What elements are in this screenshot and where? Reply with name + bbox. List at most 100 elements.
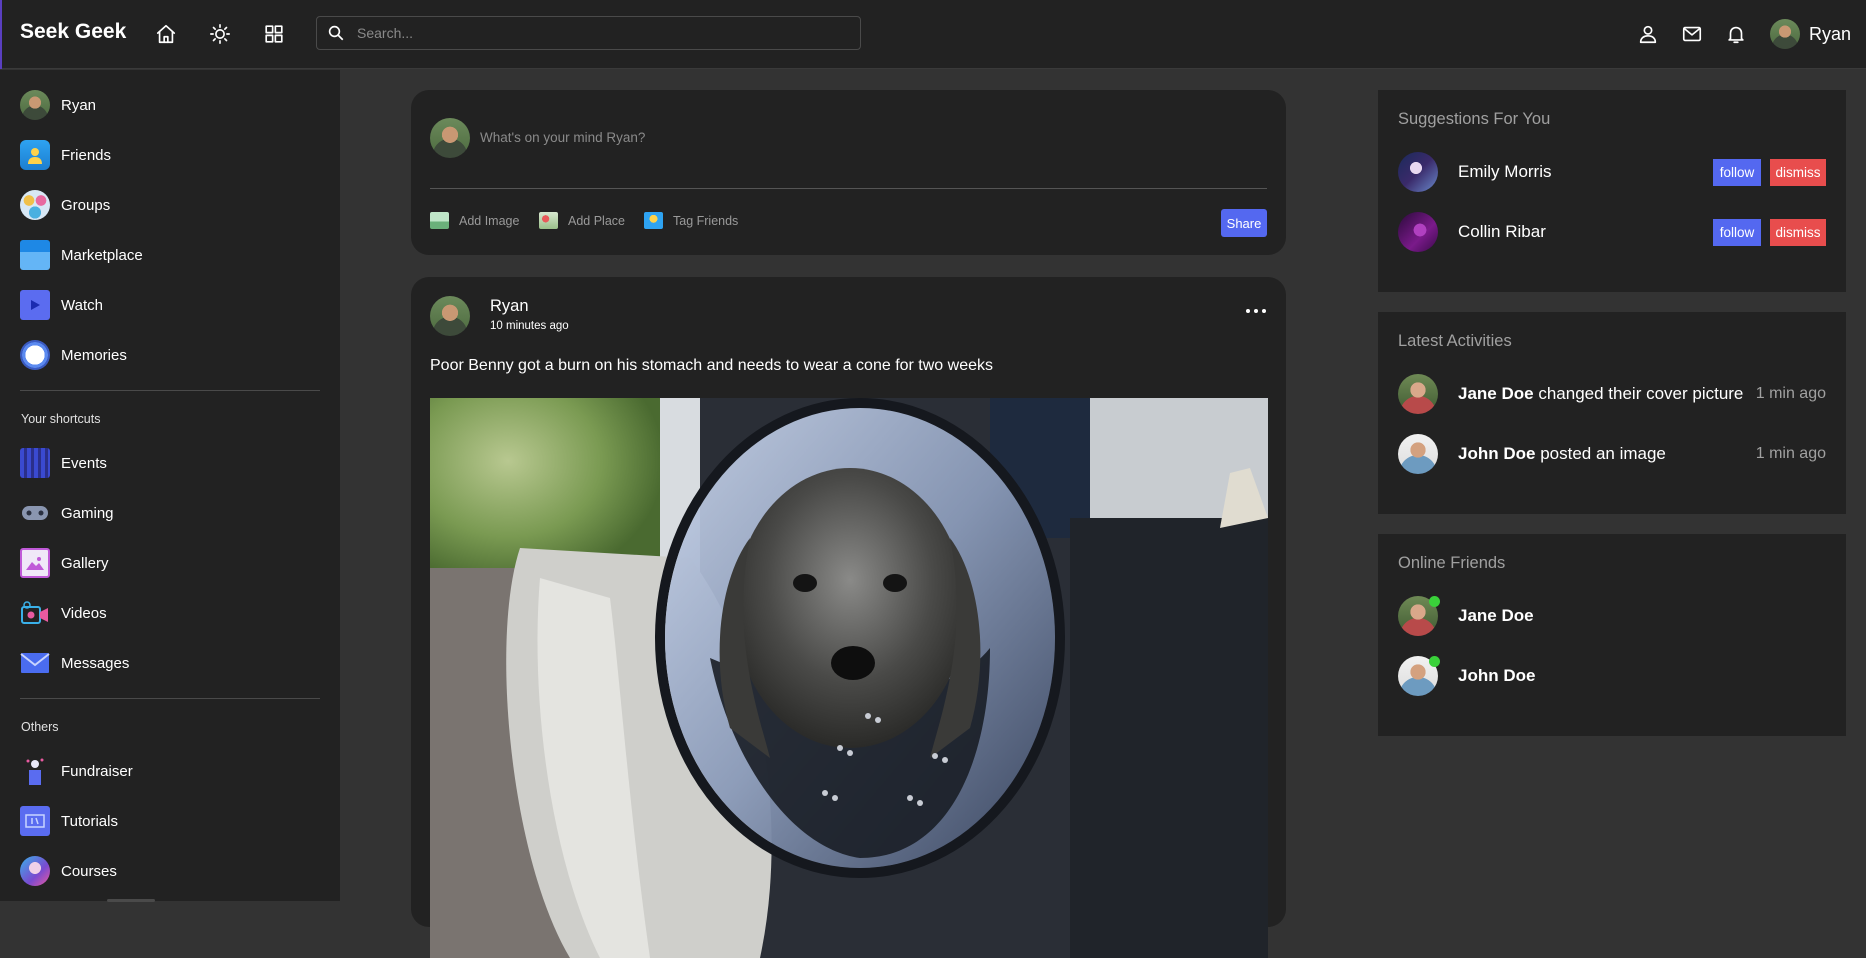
map-icon <box>539 212 558 229</box>
activity-time: 1 min ago <box>1755 445 1826 462</box>
user-menu[interactable]: Ryan <box>1770 19 1851 49</box>
messages-icon <box>20 648 50 678</box>
add-place-label: Add Place <box>568 213 625 228</box>
sidebar-item-courses[interactable]: Courses <box>20 855 117 887</box>
avatar <box>430 118 470 158</box>
tag-friends-label: Tag Friends <box>673 213 739 228</box>
post-author[interactable]: Ryan <box>490 297 529 316</box>
avatar-wrapper <box>1398 596 1440 636</box>
sidebar-item-label: Videos <box>61 604 107 622</box>
online-status-dot <box>1429 656 1440 667</box>
online-friend-row[interactable]: Jane Doe <box>1398 596 1826 636</box>
sun-icon[interactable] <box>207 21 233 47</box>
bell-icon[interactable] <box>1723 21 1749 47</box>
dismiss-button[interactable]: dismiss <box>1770 218 1826 246</box>
groups-icon <box>20 190 50 220</box>
dismiss-button[interactable]: dismiss <box>1770 158 1826 186</box>
friend-name-text: John Doe <box>1458 666 1536 685</box>
follow-button[interactable]: follow <box>1713 158 1761 186</box>
sidebar-item-label: Memories <box>61 346 127 364</box>
search-input[interactable] <box>355 24 839 42</box>
home-icon[interactable] <box>153 21 179 47</box>
search-bar[interactable] <box>316 16 861 50</box>
share-button[interactable]: Share <box>1221 209 1267 237</box>
sidebar-item-label: Ryan <box>61 96 97 114</box>
sidebar-item-label: Marketplace <box>61 246 143 264</box>
sidebar-item-gaming[interactable]: Gaming <box>20 497 114 529</box>
tag-friends-button[interactable]: Tag Friends <box>644 212 738 229</box>
sidebar-item-label: Groups <box>61 196 111 214</box>
sidebar-item-gallery[interactable]: Gallery <box>20 547 109 579</box>
mail-icon[interactable] <box>1679 21 1705 47</box>
sidebar-item-label: Messages <box>61 654 130 672</box>
post-composer: What's on your mind Ryan? Add Image Add … <box>411 90 1286 255</box>
gallery-icon <box>20 548 50 578</box>
shortcuts-heading: Your shortcuts <box>21 412 101 426</box>
videos-icon <box>20 598 50 628</box>
online-friend-row[interactable]: John Doe <box>1398 656 1826 696</box>
activity-action: posted an image <box>1540 444 1666 463</box>
suggestion-name[interactable]: Collin Ribar <box>1458 222 1546 242</box>
avatar[interactable] <box>1398 212 1438 252</box>
friend-name: Jane Doe <box>1458 606 1534 626</box>
avatar <box>1770 19 1800 49</box>
more-options-icon[interactable] <box>1246 305 1266 317</box>
activity-user[interactable]: John Doe <box>1458 444 1535 463</box>
sidebar-item-label: Watch <box>61 296 103 314</box>
sidebar-item-friends[interactable]: Friends <box>20 139 111 171</box>
avatar[interactable] <box>1398 434 1438 474</box>
tutorials-icon <box>20 806 50 836</box>
sidebar-item-marketplace[interactable]: Marketplace <box>20 239 143 271</box>
suggestion-row: Emily Morris follow dismiss <box>1398 152 1826 192</box>
friend-name: John Doe <box>1458 666 1535 686</box>
activities-panel: Latest Activities Jane Doe changed their… <box>1378 312 1846 514</box>
sidebar-item-profile[interactable]: Ryan <box>20 89 96 121</box>
avatar[interactable] <box>430 296 470 336</box>
suggestion-name[interactable]: Emily Morris <box>1458 162 1552 182</box>
gaming-icon <box>20 498 50 528</box>
avatar[interactable] <box>1398 374 1438 414</box>
sidebar-item-tutorials[interactable]: Tutorials <box>20 805 118 837</box>
window-accent <box>0 0 2 69</box>
sidebar-item-label: Tutorials <box>61 812 118 830</box>
activity-time: 1 min ago <box>1755 385 1826 402</box>
marketplace-icon <box>20 240 50 270</box>
add-place-button[interactable]: Add Place <box>539 212 625 229</box>
sidebar-item-label: Courses <box>61 862 117 880</box>
app-logo[interactable]: Seek Geek <box>20 20 126 44</box>
sidebar-item-memories[interactable]: Memories <box>20 339 127 371</box>
sidebar-item-label: Gaming <box>61 504 114 522</box>
follow-button[interactable]: follow <box>1713 218 1761 246</box>
activity-row: Jane Doe changed their cover picture 1 m… <box>1398 374 1826 414</box>
sidebar-item-label: Fundraiser <box>61 762 133 780</box>
add-image-label: Add Image <box>459 213 520 228</box>
memories-icon <box>20 340 50 370</box>
grid-icon[interactable] <box>261 21 287 47</box>
sidebar-item-fundraiser[interactable]: Fundraiser <box>20 755 133 787</box>
top-navbar: Seek Geek Ryan <box>0 0 1866 69</box>
sidebar-item-videos[interactable]: Videos <box>20 597 107 629</box>
events-icon <box>20 448 50 478</box>
left-sidebar: Ryan Friends Groups Marketplace Watch Me… <box>0 70 340 902</box>
sidebar-item-watch[interactable]: Watch <box>20 289 103 321</box>
sidebar-divider <box>20 698 320 699</box>
sidebar-item-messages[interactable]: Messages <box>20 647 129 679</box>
sidebar-item-label: Friends <box>61 146 112 164</box>
avatar[interactable] <box>1398 152 1438 192</box>
avatar-wrapper <box>1398 656 1440 696</box>
friends-icon <box>644 212 663 229</box>
post-image[interactable] <box>430 398 1268 958</box>
activity-row: John Doe posted an image 1 min ago <box>1398 434 1826 474</box>
activity-user[interactable]: Jane Doe <box>1458 384 1534 403</box>
composer-input[interactable]: What's on your mind Ryan? <box>480 130 645 145</box>
courses-icon <box>20 856 50 886</box>
sidebar-divider <box>20 390 320 391</box>
add-image-button[interactable]: Add Image <box>430 212 519 229</box>
composer-divider <box>430 188 1267 189</box>
sidebar-item-label: Events <box>61 454 107 472</box>
sidebar-item-groups[interactable]: Groups <box>20 189 110 221</box>
sidebar-item-events[interactable]: Events <box>20 447 107 479</box>
person-icon[interactable] <box>1635 21 1661 47</box>
feed-post: Ryan 10 minutes ago Poor Benny got a bur… <box>411 277 1286 958</box>
fundraiser-icon <box>20 756 50 786</box>
